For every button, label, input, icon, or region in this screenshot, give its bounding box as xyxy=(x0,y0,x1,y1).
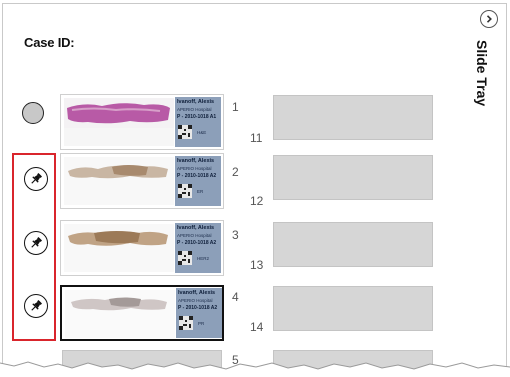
stain-label: ER xyxy=(197,189,204,194)
slide-3[interactable]: Ivanoff, Alexis APERIO Hospital P - 2010… xyxy=(60,220,224,276)
barcode-icon xyxy=(178,184,192,198)
case-number: P - 2010-1018 A2 xyxy=(178,305,218,311)
slot-number-4: 4 xyxy=(232,290,239,304)
slot-number-1: 1 xyxy=(232,100,239,114)
hospital-name: APERIO Hospital xyxy=(177,166,212,171)
slide-label: Ivanoff, Alexis APERIO Hospital P - 2010… xyxy=(175,156,221,206)
pin-icon[interactable] xyxy=(24,231,48,255)
slide-label: Ivanoff, Alexis APERIO Hospital P - 2010… xyxy=(176,288,222,338)
slot-number-14: 14 xyxy=(250,320,264,334)
patient-name: Ivanoff, Alexis xyxy=(177,158,215,164)
torn-edge-decoration xyxy=(0,361,510,377)
stain-label: PR xyxy=(198,321,205,326)
slide-label: Ivanoff, Alexis APERIO Hospital P - 2010… xyxy=(175,223,221,273)
empty-slot-13[interactable] xyxy=(273,222,433,267)
pin-icon[interactable] xyxy=(24,294,48,318)
pin-icon[interactable] xyxy=(24,167,48,191)
stain-label: HER2 xyxy=(197,256,210,261)
barcode-icon xyxy=(178,251,192,265)
slide-4[interactable]: Ivanoff, Alexis APERIO Hospital P - 2010… xyxy=(60,285,224,341)
slide-tray-title-text: Slide Tray xyxy=(474,40,490,107)
slot-number-12: 12 xyxy=(250,194,264,208)
hospital-name: APERIO Hospital xyxy=(178,298,213,303)
case-number: P - 2010-1018 A1 xyxy=(177,114,217,120)
patient-name: Ivanoff, Alexis xyxy=(178,290,216,296)
tissue-thumbnail xyxy=(64,157,174,205)
case-number: P - 2010-1018 A2 xyxy=(177,240,217,246)
slide-label: Ivanoff, Alexis APERIO Hospital P - 2010… xyxy=(175,97,221,147)
patient-name: Ivanoff, Alexis xyxy=(177,99,215,105)
stain-label: H&E xyxy=(197,130,207,135)
barcode-icon xyxy=(179,316,193,330)
slide-tray-title[interactable]: Slide Tray xyxy=(472,40,508,130)
empty-slot-11[interactable] xyxy=(273,95,433,140)
slot-number-3: 3 xyxy=(232,228,239,242)
hospital-name: APERIO Hospital xyxy=(177,233,212,238)
slot-number-2: 2 xyxy=(232,165,239,179)
case-number: P - 2010-1018 A2 xyxy=(177,173,217,179)
tissue-thumbnail xyxy=(65,290,175,338)
status-circle-icon[interactable] xyxy=(22,102,44,124)
empty-slot-14[interactable] xyxy=(273,286,433,331)
hospital-name: APERIO Hospital xyxy=(177,107,212,112)
slot-number-11: 11 xyxy=(250,131,263,145)
tissue-thumbnail xyxy=(64,224,174,272)
empty-slot-12[interactable] xyxy=(273,155,433,200)
chevron-right-icon[interactable] xyxy=(480,10,498,28)
slide-tray-page: Case ID: Slide Tray Ivanoff, Alexis APER… xyxy=(0,0,510,377)
slot-number-13: 13 xyxy=(250,258,264,272)
slide-2[interactable]: Ivanoff, Alexis APERIO Hospital P - 2010… xyxy=(60,153,224,209)
tissue-thumbnail xyxy=(64,98,174,146)
case-id-label: Case ID: xyxy=(24,35,75,50)
patient-name: Ivanoff, Alexis xyxy=(177,225,215,231)
slide-1[interactable]: Ivanoff, Alexis APERIO Hospital P - 2010… xyxy=(60,94,224,150)
barcode-icon xyxy=(178,125,192,139)
